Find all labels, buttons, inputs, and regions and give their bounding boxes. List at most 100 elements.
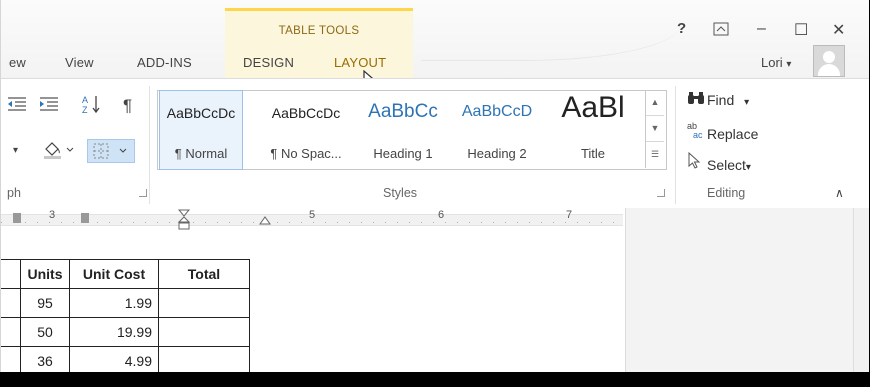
vertical-scrollbar[interactable] <box>853 208 869 372</box>
editing-group-label: Editing <box>707 186 746 200</box>
avatar-body <box>818 64 840 76</box>
style-name: Heading 1 <box>373 146 433 161</box>
style-title[interactable]: AaBl Title <box>546 91 640 169</box>
table-header-units[interactable]: Units <box>20 259 70 289</box>
table-tools-label: TABLE TOOLS <box>278 25 360 37</box>
style-name: ¶ No Spac... <box>270 146 342 161</box>
document-background <box>625 208 869 372</box>
collapse-ribbon-button[interactable]: ∧ <box>835 186 844 200</box>
line-spacing-dropdown[interactable]: ▾ <box>13 145 18 156</box>
table-cell[interactable] <box>158 346 250 372</box>
table-row: 50 19.99 <box>1 317 250 347</box>
user-name: Lori <box>761 55 783 70</box>
style-preview: AaBl <box>561 91 625 124</box>
chevron-down-icon: ▾ <box>744 97 750 108</box>
chevron-down-icon: ▾ <box>786 59 792 70</box>
ruler-number-3: 3 <box>49 209 56 221</box>
style-preview: AaBbCcDc <box>166 105 236 121</box>
style-preview: AaBbCc <box>368 101 438 122</box>
style-preview: AaBbCcDc <box>271 105 341 121</box>
find-button[interactable]: Find ▾ <box>687 91 749 108</box>
styles-scroll-down-button[interactable]: ▼ <box>646 116 664 142</box>
table-cell[interactable]: 19.99 <box>69 317 159 347</box>
data-table[interactable]: Units Unit Cost Total 95 1.99 50 19.99 3… <box>1 259 250 372</box>
table-cell[interactable] <box>1 346 21 372</box>
style-heading-2[interactable]: AaBbCcD Heading 2 <box>452 91 542 169</box>
column-marker[interactable] <box>81 213 89 223</box>
increase-indent-icon <box>40 97 58 111</box>
replace-icon: ab ac <box>687 121 707 142</box>
table-cell[interactable] <box>1 317 21 347</box>
sort-button[interactable]: A Z <box>81 94 103 117</box>
svg-text:ac: ac <box>693 130 703 139</box>
table-row: 36 4.99 <box>1 346 250 372</box>
table-cell[interactable] <box>1 259 21 289</box>
tab-view[interactable]: View <box>65 55 94 70</box>
table-cell[interactable]: 4.99 <box>69 346 159 372</box>
style-no-spacing[interactable]: AaBbCcDc ¶ No Spac... <box>258 91 354 169</box>
paragraph-dialog-launcher-icon[interactable] <box>139 189 147 197</box>
horizontal-ruler: 3 5 6 7 <box>1 208 626 230</box>
decrease-indent-icon <box>8 97 26 111</box>
table-cell[interactable] <box>1 288 21 318</box>
table-cell[interactable]: 36 <box>20 346 70 372</box>
chevron-down-icon: ▼ <box>650 123 660 133</box>
shading-button[interactable] <box>43 140 75 163</box>
table-cell[interactable]: 1.99 <box>69 288 159 318</box>
avatar[interactable] <box>813 45 845 77</box>
right-indent-marker[interactable] <box>259 212 271 230</box>
select-cursor-icon <box>687 151 707 173</box>
svg-text:A: A <box>82 95 88 105</box>
decrease-indent-button[interactable] <box>7 96 27 115</box>
table-header-total[interactable]: Total <box>158 259 250 289</box>
tab-review-partial[interactable]: ew <box>9 55 26 70</box>
maximize-button[interactable]: ☐ <box>794 20 808 40</box>
close-button[interactable]: ✕ <box>832 20 845 40</box>
help-button[interactable]: ? <box>677 20 686 37</box>
borders-button[interactable] <box>87 139 135 163</box>
styles-gallery-scroll: ▲ ▼ ☰ <box>645 90 664 168</box>
style-name: Heading 2 <box>467 146 527 161</box>
chevron-up-icon: ▲ <box>650 97 660 107</box>
table-header-unit-cost[interactable]: Unit Cost <box>69 259 159 289</box>
style-heading-1[interactable]: AaBbCc Heading 1 <box>358 91 448 169</box>
ruler-number-6: 6 <box>438 209 445 221</box>
tab-addins[interactable]: ADD-INS <box>137 55 192 70</box>
ribbon-display-icon <box>713 22 729 36</box>
word-window: TABLE TOOLS ew View ADD-INS DESIGN LAYOU… <box>0 0 869 372</box>
table-row: 95 1.99 <box>1 288 250 318</box>
find-label: Find <box>707 92 735 108</box>
minimize-button[interactable]: – <box>757 20 766 38</box>
table-cell[interactable] <box>158 317 250 347</box>
ribbon-display-options-button[interactable] <box>713 22 729 41</box>
svg-text:Z: Z <box>82 105 88 114</box>
paragraph-group-label: ph <box>7 186 21 200</box>
tab-layout[interactable]: LAYOUT <box>334 55 386 70</box>
binoculars-icon <box>687 91 707 108</box>
column-marker[interactable] <box>13 213 21 223</box>
select-label: Select <box>707 157 746 173</box>
style-name: ¶ Normal <box>174 146 228 161</box>
styles-gallery: AaBbCcDc ¶ Normal AaBbCcDc ¶ No Spac... … <box>157 90 667 170</box>
group-separator <box>149 86 150 204</box>
table-cell[interactable] <box>158 288 250 318</box>
table-cell[interactable]: 50 <box>20 317 70 347</box>
style-normal[interactable]: AaBbCcDc ¶ Normal <box>159 90 243 170</box>
styles-scroll-up-button[interactable]: ▲ <box>646 90 664 116</box>
more-icon: ☰ <box>650 149 660 159</box>
chevron-up-icon: ∧ <box>835 186 844 200</box>
table-header-row: Units Unit Cost Total <box>1 259 250 289</box>
ruler-ticks <box>1 222 623 223</box>
increase-indent-button[interactable] <box>39 96 59 115</box>
avatar-head <box>823 51 835 63</box>
table-cell[interactable]: 95 <box>20 288 70 318</box>
tab-design[interactable]: DESIGN <box>243 55 294 70</box>
select-button[interactable]: Select▾ <box>687 151 751 173</box>
show-hide-marks-button[interactable]: ¶ <box>123 96 132 116</box>
replace-button[interactable]: ab ac Replace <box>687 121 758 142</box>
styles-more-button[interactable]: ☰ <box>646 142 664 167</box>
styles-dialog-launcher-icon[interactable] <box>657 189 665 197</box>
ruler-number-5: 5 <box>309 209 316 221</box>
sort-az-icon: A Z <box>82 95 100 115</box>
account-name[interactable]: Lori ▾ <box>761 55 791 70</box>
